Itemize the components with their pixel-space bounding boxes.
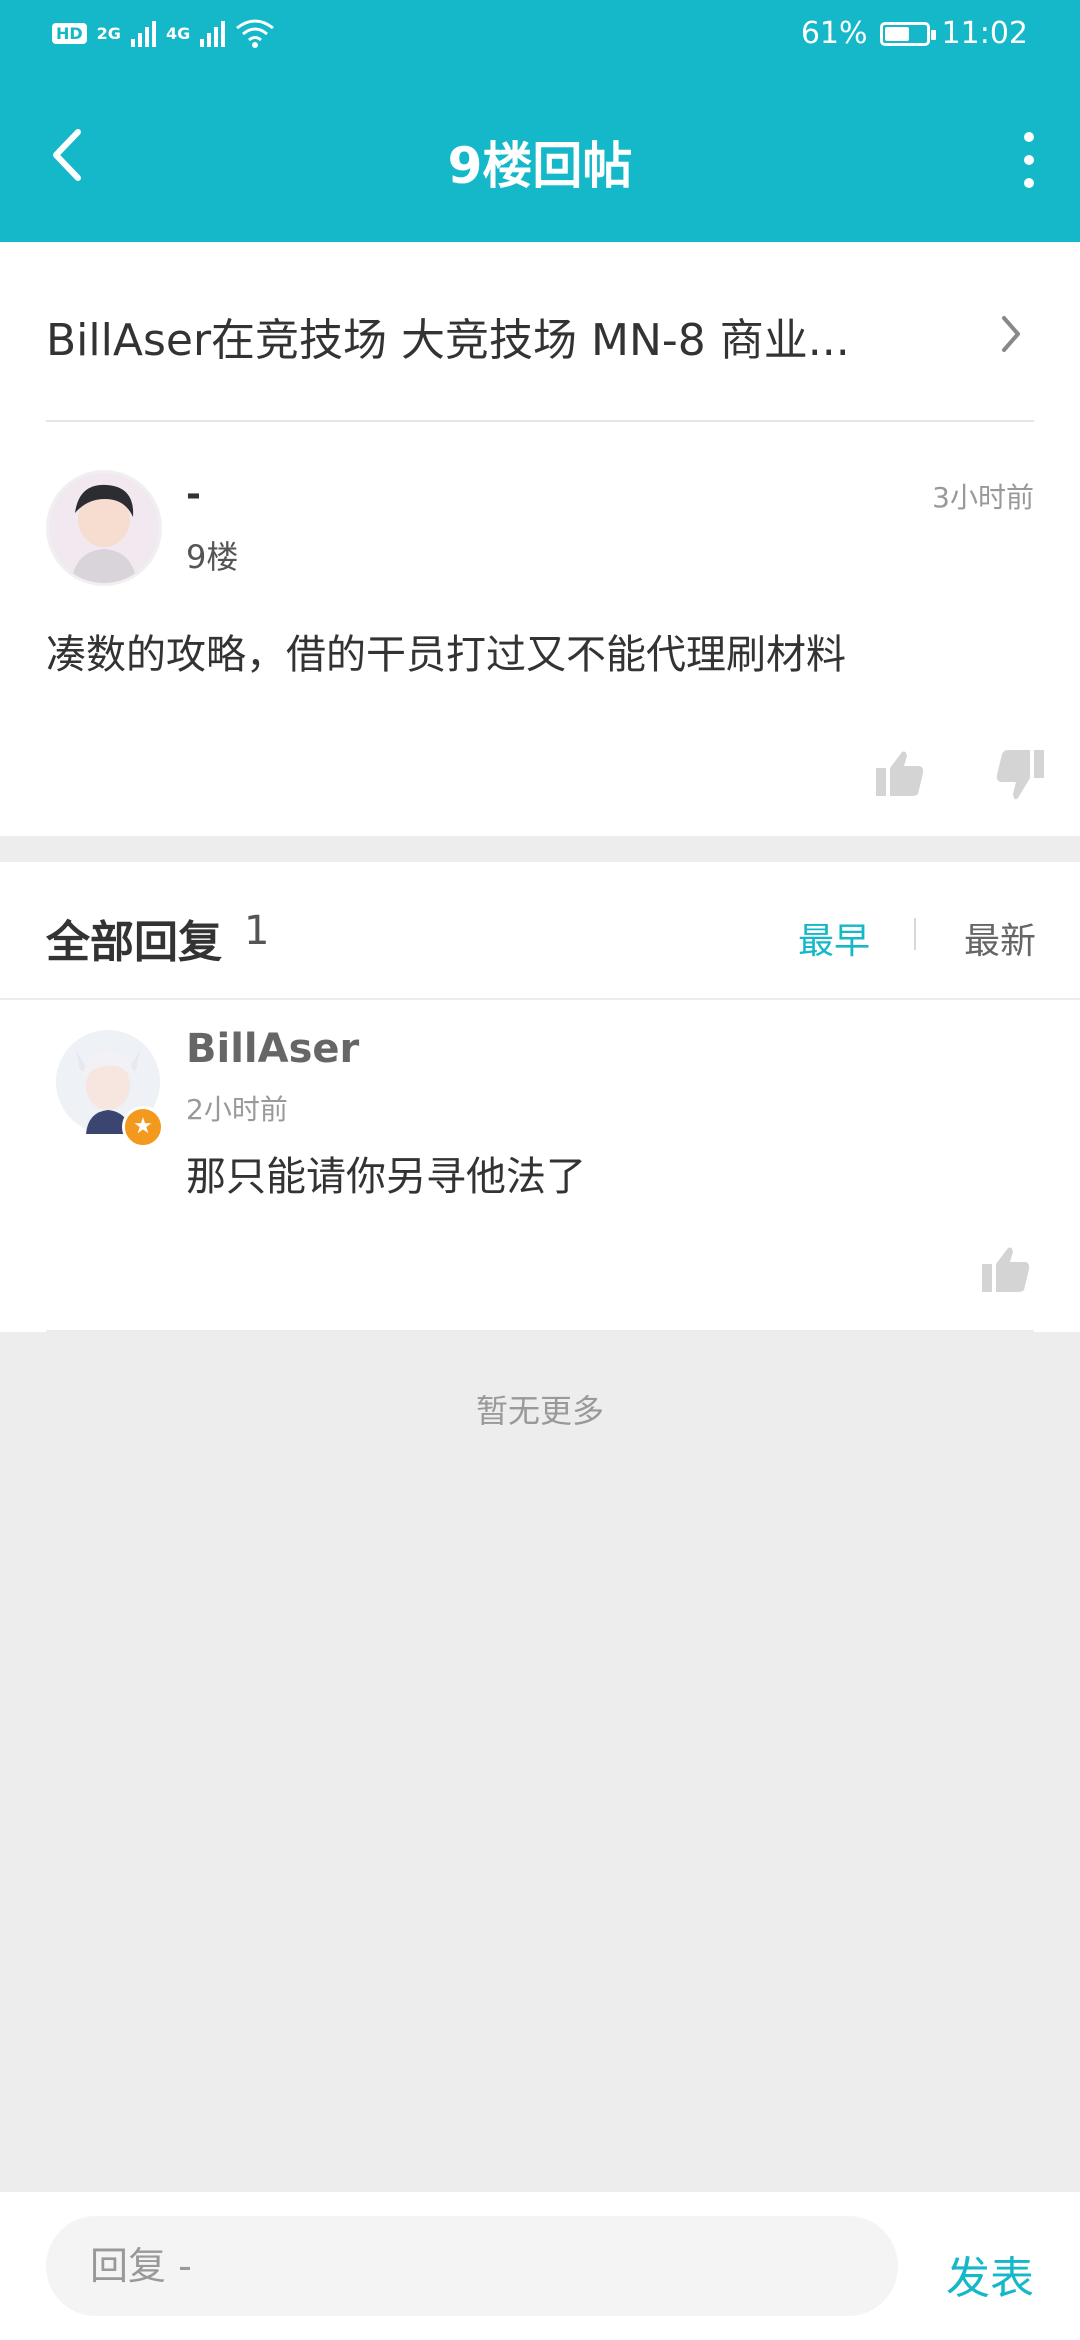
no-more-label: 暂无更多 [475,1392,604,1430]
reply-author[interactable]: BillAser [186,1026,359,1072]
topic-link[interactable]: BillAser在竞技场 大竞技场 MN-8 商业... [46,242,1034,422]
battery-percent: 61% [800,16,868,51]
send-button[interactable]: 发表 [946,2242,1034,2306]
clock: 11:02 [941,16,1028,51]
divider [46,1330,1034,1332]
post-author[interactable]: - [186,474,201,515]
top-bar: HD 2G 4G 61% 11:02 9楼回帖 [0,0,1080,242]
replies-card: 全部回复 1 最早 最新 ★ BillAser 2小时前 那只能请你另寻他法了 [0,862,1080,1332]
sort-newest-tab[interactable]: 最新 [964,912,1036,964]
wifi-icon [236,19,275,48]
network-2g-label: 2G [96,23,121,43]
replies-title: 全部回复 [46,917,222,968]
replies-count: 1 [244,908,270,954]
post-time: 3小时前 [932,481,1034,514]
thumbs-up-icon[interactable] [980,1244,1032,1294]
user-avatar-icon [49,473,159,583]
hd-icon: HD [52,22,87,44]
sort-divider [914,918,916,950]
network-4g-label: 4G [165,23,191,43]
post-card: BillAser在竞技场 大竞技场 MN-8 商业... - 9楼 3小时前 凑… [0,242,1080,836]
avatar[interactable] [46,470,162,586]
post-content: 凑数的攻略，借的干员打过又不能代理刷材料 [46,632,846,678]
signal-icon [130,19,156,47]
status-bar: HD 2G 4G 61% 11:02 [0,0,1080,76]
thumbs-down-icon[interactable] [994,748,1046,804]
thumbs-up-icon[interactable] [874,748,926,798]
chevron-right-icon [1002,316,1020,352]
replies-header: 全部回复 1 最早 最新 [0,862,1080,1000]
battery-icon [879,21,936,46]
star-badge-icon: ★ [122,1106,164,1148]
sort-earliest-tab[interactable]: 最早 [798,912,870,964]
avatar[interactable]: ★ [56,1030,164,1148]
page-title: 9楼回帖 [447,137,633,195]
signal-icon-2 [200,19,226,47]
more-vertical-icon[interactable] [1016,132,1042,188]
reply-input[interactable] [46,2216,898,2316]
app-bar: 9楼回帖 [0,76,1080,242]
reply-time: 2小时前 [186,1093,288,1126]
reply-content: 那只能请你另寻他法了 [186,1154,586,1200]
floor-number: 9楼 [186,538,239,576]
topic-title: BillAser在竞技场 大竞技场 MN-8 商业... [46,315,850,366]
reply-bar: 发表 [0,2192,1080,2340]
